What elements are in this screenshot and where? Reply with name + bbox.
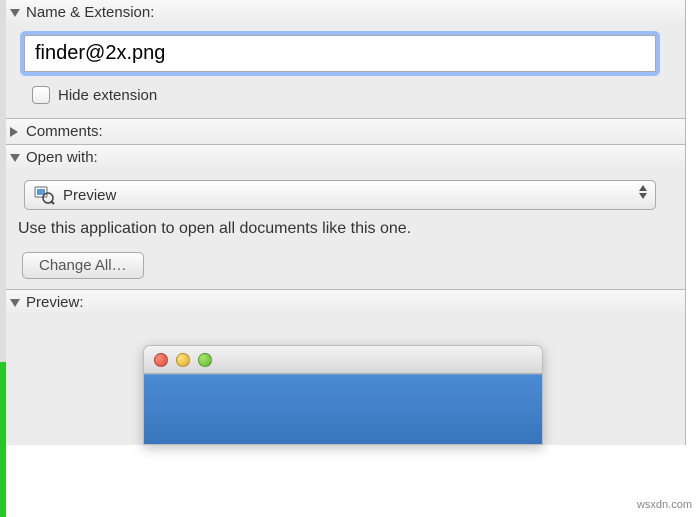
preview-image [143,345,543,445]
filename-input[interactable] [24,35,656,72]
zoom-traffic-light-icon [198,353,212,367]
section-name-extension[interactable]: Name & Extension: [0,0,685,25]
preview-body [0,315,685,445]
minimize-traffic-light-icon [176,353,190,367]
hide-extension-checkbox[interactable]: Hide extension [32,86,661,104]
close-traffic-light-icon [154,353,168,367]
disclosure-triangle-icon[interactable] [10,299,20,307]
preview-titlebar [144,346,542,374]
section-label-name-extension: Name & Extension: [26,4,154,21]
open-with-body: Preview Use this application to open all… [0,170,685,289]
change-all-button[interactable]: Change All… [22,252,144,279]
open-with-dropdown[interactable]: Preview [24,180,656,210]
section-preview[interactable]: Preview: [0,289,685,315]
disclosure-triangle-icon[interactable] [10,127,18,137]
section-comments[interactable]: Comments: [0,118,685,144]
disclosure-triangle-icon[interactable] [10,154,20,162]
name-extension-body: Hide extension [0,25,685,118]
open-with-hint: Use this application to open all documen… [18,220,661,238]
watermark: wsxdn.com [637,499,692,511]
section-label-comments: Comments: [26,123,103,140]
section-open-with[interactable]: Open with: [0,144,685,170]
checkbox-icon[interactable] [32,86,50,104]
disclosure-triangle-icon[interactable] [10,9,20,17]
open-with-selected: Preview [63,187,116,204]
updown-arrows-icon [639,185,647,199]
section-label-open-with: Open with: [26,149,98,166]
preview-app-icon [33,184,55,206]
hide-extension-label: Hide extension [58,87,157,104]
section-label-preview: Preview: [26,294,84,311]
preview-window-content [144,374,542,444]
